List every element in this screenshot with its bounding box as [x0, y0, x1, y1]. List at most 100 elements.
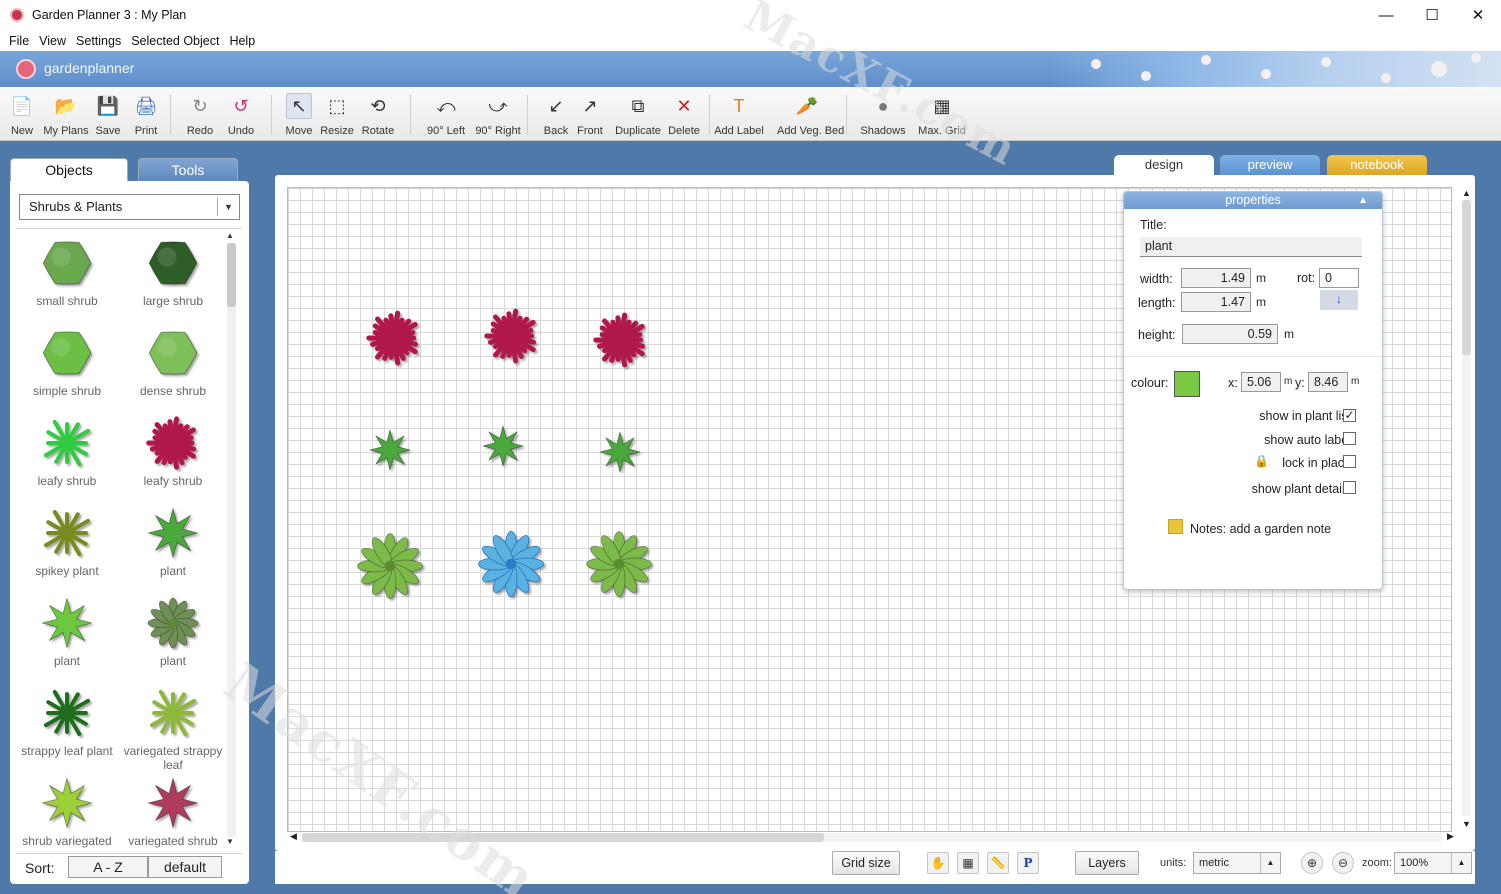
menu-file[interactable]: File: [4, 34, 34, 48]
minimize-button[interactable]: —: [1363, 0, 1409, 30]
sort-default-button[interactable]: default: [148, 856, 222, 878]
plant-library-item[interactable]: variegated shrub: [120, 775, 224, 848]
delete-button[interactable]: ✕ Delete: [654, 93, 714, 137]
units-select[interactable]: metric ▲: [1193, 852, 1281, 874]
rotate-left-button[interactable]: ⤺ 90° Left: [416, 93, 476, 137]
rotate-button[interactable]: ⟲ Rotate: [348, 93, 408, 137]
collapse-icon[interactable]: ▲: [1358, 192, 1368, 209]
note-icon[interactable]: [1168, 519, 1183, 534]
maximize-button[interactable]: ☐: [1409, 0, 1455, 30]
x-input[interactable]: 5.06: [1241, 372, 1281, 392]
plant-library-item[interactable]: strappy leaf plant: [14, 685, 120, 758]
zoom-in-icon[interactable]: ⊕: [1301, 852, 1323, 874]
chevron-up-icon[interactable]: ▲: [1451, 853, 1471, 873]
ruler-icon[interactable]: 📏: [987, 852, 1009, 874]
print-icon: 🖨: [134, 96, 158, 116]
canvas-plant[interactable]: [598, 430, 642, 477]
plant-thumbnail-icon: [39, 595, 95, 651]
print-button[interactable]: 🖨 Print: [116, 93, 176, 137]
length-input[interactable]: 1.47: [1181, 292, 1251, 312]
category-dropdown[interactable]: Shrubs & Plants ▼: [19, 194, 240, 220]
scroll-up-icon[interactable]: ▲: [226, 231, 234, 240]
menu-selected-object[interactable]: Selected Object: [126, 34, 224, 48]
menu-view[interactable]: View: [34, 34, 71, 48]
y-input[interactable]: 8.46: [1308, 372, 1348, 392]
rotate-right-icon: ⤻: [488, 96, 508, 116]
tab-design[interactable]: design: [1114, 155, 1214, 175]
plant-library-item[interactable]: simple shrub: [14, 325, 120, 398]
plant-library-label: small shrub: [36, 294, 98, 308]
chevron-down-icon[interactable]: ▼: [217, 198, 239, 216]
plant-library-item[interactable]: leafy shrub: [120, 415, 224, 488]
plant-library-item[interactable]: spikey plant: [14, 505, 120, 578]
title-input[interactable]: plant: [1140, 237, 1362, 257]
plant-library-item[interactable]: large shrub: [120, 235, 224, 308]
lock-in-place-checkbox[interactable]: [1343, 455, 1356, 468]
canvas-plant[interactable]: [584, 529, 654, 602]
rot-input[interactable]: 0: [1319, 268, 1359, 288]
canvas-vertical-scrollbar[interactable]: ▲ ▼: [1459, 188, 1473, 833]
scroll-down-icon[interactable]: ▼: [1462, 819, 1471, 829]
grid-size-button[interactable]: Grid size: [832, 851, 900, 875]
add-label-button[interactable]: T Add Label: [709, 93, 769, 137]
library-scrollbar[interactable]: ▲ ▼: [224, 231, 238, 849]
scroll-thumb[interactable]: [1462, 200, 1471, 355]
plant-library-item[interactable]: small shrub: [14, 235, 120, 308]
sort-az-button[interactable]: A - Z: [68, 856, 148, 878]
scroll-left-icon[interactable]: ◀: [290, 831, 297, 842]
plant-thumbnail-icon: [39, 325, 95, 381]
show-in-plant-list-checkbox[interactable]: ✓: [1343, 409, 1356, 422]
show-auto-label-checkbox[interactable]: [1343, 432, 1356, 445]
menu-settings[interactable]: Settings: [71, 34, 126, 48]
selected-plant[interactable]: [476, 529, 546, 602]
plant-library-label: plant: [159, 654, 187, 668]
scroll-thumb[interactable]: [302, 833, 824, 842]
scroll-down-icon[interactable]: ▼: [226, 837, 234, 846]
zoom-select[interactable]: 100% ▲: [1394, 852, 1472, 874]
add-veg-bed-button[interactable]: 🥕 Add Veg. Bed: [777, 93, 844, 137]
tab-preview[interactable]: preview: [1220, 155, 1320, 175]
tab-tools[interactable]: Tools: [138, 158, 238, 182]
canvas-horizontal-scrollbar[interactable]: ◀ ▶: [290, 830, 1456, 844]
tab-objects[interactable]: Objects: [10, 158, 128, 182]
plant-library-item[interactable]: variegated strappy leaf: [120, 685, 224, 772]
hand-tool-icon[interactable]: ✋: [927, 852, 949, 874]
canvas-plant[interactable]: [355, 531, 425, 604]
add-garden-note-link[interactable]: Notes: add a garden note: [1190, 522, 1331, 536]
plant-library-item[interactable]: leafy shrub: [14, 415, 120, 488]
width-input[interactable]: 1.49: [1181, 268, 1251, 288]
plant-list-icon[interactable]: P: [1017, 852, 1039, 874]
plant-library-item[interactable]: plant: [14, 595, 120, 668]
plant-library-item[interactable]: plant: [120, 595, 224, 668]
properties-header[interactable]: properties ▲: [1124, 192, 1382, 209]
rotation-dial-icon[interactable]: ↓: [1320, 290, 1358, 310]
menu-help[interactable]: Help: [224, 34, 260, 48]
max-grid-button[interactable]: ▦ Max. Grid: [912, 93, 972, 137]
layers-button[interactable]: Layers: [1075, 851, 1139, 875]
canvas-plant[interactable]: [368, 428, 412, 475]
canvas-plant[interactable]: [593, 312, 649, 371]
scroll-up-icon[interactable]: ▲: [1462, 188, 1471, 198]
height-input[interactable]: 0.59: [1182, 324, 1278, 344]
colour-swatch[interactable]: [1174, 371, 1200, 397]
shadows-button[interactable]: ● Shadows: [853, 93, 913, 137]
scroll-right-icon[interactable]: ▶: [1447, 831, 1454, 842]
canvas-plant[interactable]: [484, 308, 540, 367]
scroll-track[interactable]: [227, 243, 236, 837]
tab-notebook[interactable]: notebook: [1327, 155, 1427, 175]
close-button[interactable]: ✕: [1455, 0, 1501, 30]
show-plant-details-checkbox[interactable]: [1343, 481, 1356, 494]
rotate-right-button[interactable]: ⤻ 90° Right: [468, 93, 528, 137]
chevron-up-icon[interactable]: ▲: [1260, 853, 1280, 873]
canvas-plant[interactable]: [481, 424, 525, 471]
plant-library-item[interactable]: dense shrub: [120, 325, 224, 398]
plant-library-item[interactable]: shrub variegated: [14, 775, 120, 848]
show-in-plant-list-label: show in plant list: [1259, 409, 1351, 423]
scroll-thumb[interactable]: [227, 243, 236, 307]
rotate-left-label: 90° Left: [426, 125, 466, 137]
grid-toggle-icon[interactable]: ▦: [957, 852, 979, 874]
canvas-plant[interactable]: [366, 310, 422, 369]
zoom-out-icon[interactable]: ⊖: [1332, 852, 1354, 874]
plant-library-item[interactable]: plant: [120, 505, 224, 578]
undo-button[interactable]: ↺ Undo: [211, 93, 271, 137]
